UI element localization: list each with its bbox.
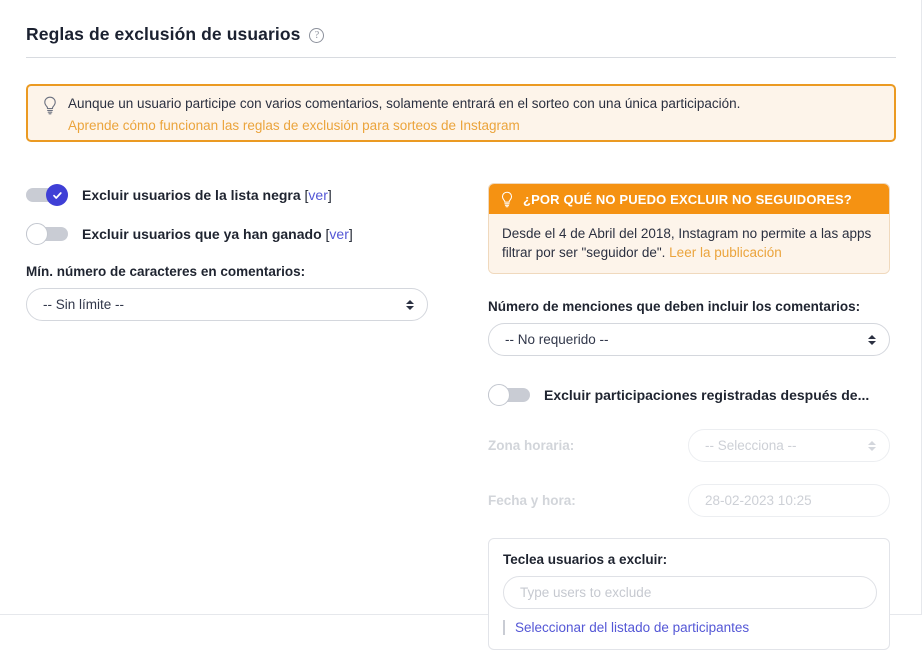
lightbulb-icon [500, 191, 514, 208]
view-winners-link[interactable]: ver [329, 226, 348, 242]
min-chars-label: Mín. número de caracteres en comentarios… [26, 264, 306, 279]
divider-bar [503, 620, 505, 635]
notice-body: Aunque un usuario participe con varios c… [62, 94, 741, 135]
timezone-row: Zona horaria: -- Selecciona -- [488, 429, 890, 462]
toggle-knob [46, 184, 68, 206]
bracket-close: ] [348, 226, 353, 242]
toggle-label-winners-text: Excluir usuarios que ya han ganado [82, 226, 322, 242]
toggle-row-blacklist: Excluir usuarios de la lista negra [ver] [26, 183, 428, 207]
exclude-users-box: Teclea usuarios a excluir: Seleccionar d… [488, 538, 890, 650]
check-icon [52, 191, 62, 199]
exclusion-info-notice: Aunque un usuario participe con varios c… [26, 84, 896, 142]
timezone-value: -- Selecciona -- [705, 438, 797, 453]
user-exclusion-rules-panel: Reglas de exclusión de usuarios ? Aunque… [0, 0, 922, 650]
mentions-value: -- No requerido -- [505, 332, 609, 347]
datetime-input: 28-02-2023 10:25 [688, 484, 890, 517]
page-title-row: Reglas de exclusión de usuarios ? [26, 24, 325, 45]
info-card-header: ¿POR QUÉ NO PUEDO EXCLUIR NO SEGUIDORES? [489, 184, 889, 214]
toggle-label-blacklist: Excluir usuarios de la lista negra [ver] [82, 187, 332, 203]
chevron-updown-icon [868, 440, 876, 451]
info-card-title: ¿POR QUÉ NO PUEDO EXCLUIR NO SEGUIDORES? [523, 191, 852, 207]
toggle-row-after-date: Excluir participaciones registradas desp… [488, 383, 890, 407]
exclude-users-label: Teclea usuarios a excluir: [503, 552, 668, 567]
toggle-knob [26, 223, 48, 245]
toggle-exclude-previous-winners[interactable] [26, 223, 68, 245]
toggle-row-winners: Excluir usuarios que ya han ganado [ver] [26, 222, 428, 246]
exclude-users-input[interactable] [503, 576, 877, 609]
timezone-label: Zona horaria: [488, 438, 575, 453]
header-divider [26, 57, 896, 58]
bracket-close: ] [327, 187, 332, 203]
toggle-exclude-after-date[interactable] [488, 384, 530, 406]
toggle-knob [488, 384, 510, 406]
datetime-value: 28-02-2023 10:25 [705, 493, 812, 508]
datetime-row: Fecha y hora: 28-02-2023 10:25 [488, 484, 890, 517]
view-blacklist-link[interactable]: ver [308, 187, 327, 203]
notice-learn-more-link[interactable]: Aprende cómo funcionan las reglas de exc… [68, 116, 520, 135]
timezone-select: -- Selecciona -- [688, 429, 890, 462]
mentions-select[interactable]: -- No requerido -- [488, 323, 890, 356]
datetime-field: 28-02-2023 10:25 [688, 484, 890, 517]
question-circle-icon[interactable]: ? [309, 27, 325, 43]
info-card-body: Desde el 4 de Abril del 2018, Instagram … [489, 214, 889, 273]
notice-text: Aunque un usuario participe con varios c… [68, 96, 741, 111]
right-column: ¿POR QUÉ NO PUEDO EXCLUIR NO SEGUIDORES?… [488, 183, 890, 650]
min-chars-value: -- Sin límite -- [43, 297, 124, 312]
timezone-field: -- Selecciona -- [688, 429, 890, 462]
lightbulb-icon [42, 94, 62, 132]
left-column: Excluir usuarios de la lista negra [ver]… [26, 183, 428, 321]
page-title: Reglas de exclusión de usuarios [26, 24, 301, 44]
chevron-updown-icon [868, 334, 876, 345]
toggle-exclude-blacklist[interactable] [26, 184, 68, 206]
min-chars-select[interactable]: -- Sin límite -- [26, 288, 428, 321]
why-no-followers-info-card: ¿POR QUÉ NO PUEDO EXCLUIR NO SEGUIDORES?… [488, 183, 890, 274]
toggle-label-blacklist-text: Excluir usuarios de la lista negra [82, 187, 301, 203]
datetime-label: Fecha y hora: [488, 493, 576, 508]
select-from-participants-link[interactable]: Seleccionar del listado de participantes [515, 620, 749, 635]
toggle-label-after-date: Excluir participaciones registradas desp… [544, 387, 870, 403]
chevron-updown-icon [406, 299, 414, 310]
read-publication-link[interactable]: Leer la publicación [669, 245, 782, 260]
toggle-label-winners: Excluir usuarios que ya han ganado [ver] [82, 226, 353, 242]
mentions-label: Número de menciones que deben incluir lo… [488, 299, 861, 314]
exclude-users-action-row: Seleccionar del listado de participantes [503, 620, 875, 635]
